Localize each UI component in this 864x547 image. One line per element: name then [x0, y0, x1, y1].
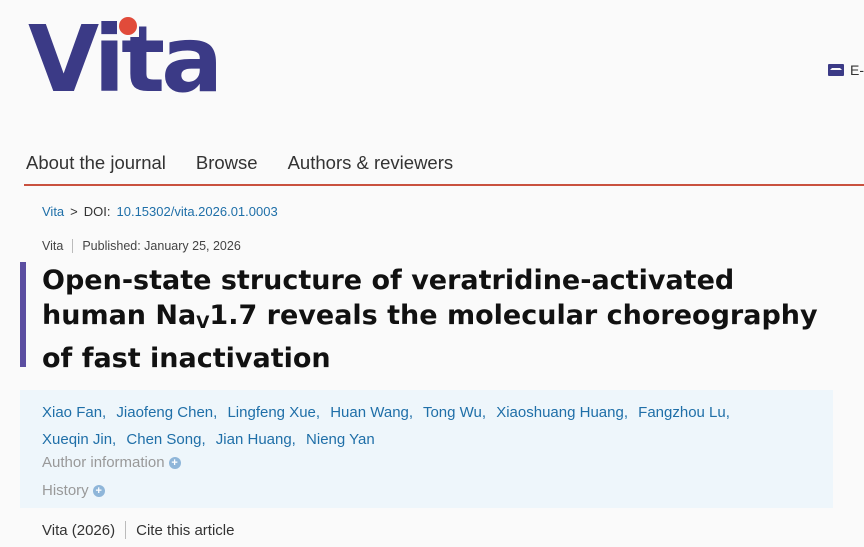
- email-link[interactable]: E-: [828, 62, 864, 78]
- history-toggle[interactable]: History +: [42, 482, 105, 499]
- author-list: Xiao Fan, Jiaofeng Chen, Lingfeng Xue, H…: [42, 399, 822, 453]
- main-nav: About the journal Browse Authors & revie…: [26, 152, 453, 174]
- author-link[interactable]: Fangzhou Lu,: [638, 404, 730, 421]
- breadcrumb-home[interactable]: Vita: [42, 204, 64, 219]
- title-accent-bar: [20, 262, 26, 367]
- author-link[interactable]: Jian Huang,: [216, 431, 296, 448]
- article-title: Open-state structure of veratridine-acti…: [42, 263, 842, 376]
- nav-authors-reviewers[interactable]: Authors & reviewers: [288, 152, 454, 174]
- doi-label: DOI:: [83, 204, 111, 219]
- nav-about[interactable]: About the journal: [26, 152, 166, 174]
- divider: [125, 521, 127, 539]
- email-label: E-: [850, 62, 864, 78]
- author-link[interactable]: Tong Wu,: [423, 404, 486, 421]
- breadcrumb: Vita > DOI: 10.15302/vita.2026.01.0003: [42, 204, 278, 219]
- author-link[interactable]: Lingfeng Xue,: [227, 404, 320, 421]
- plus-icon: +: [168, 456, 181, 469]
- citation-text: Vita (2026): [42, 521, 116, 539]
- author-information-label: Author information: [42, 454, 165, 471]
- journal-logo[interactable]: Vita: [28, 14, 223, 106]
- logo-dot: [119, 17, 137, 35]
- citation-bar: Vita (2026) Cite this article: [42, 521, 234, 539]
- nav-divider: [24, 184, 864, 186]
- plus-icon: +: [92, 484, 105, 497]
- author-link[interactable]: Chen Song,: [126, 431, 205, 448]
- history-label: History: [42, 482, 89, 499]
- author-link[interactable]: Jiaofeng Chen,: [116, 404, 217, 421]
- title-subscript: V: [196, 313, 210, 333]
- envelope-icon: [828, 64, 844, 76]
- journal-name: Vita: [42, 239, 64, 253]
- author-link[interactable]: Xiaoshuang Huang,: [496, 404, 628, 421]
- author-link[interactable]: Xueqin Jin,: [42, 431, 116, 448]
- author-link[interactable]: Nieng Yan: [306, 431, 375, 448]
- author-link[interactable]: Xiao Fan,: [42, 404, 106, 421]
- nav-browse[interactable]: Browse: [196, 152, 258, 174]
- published-date: Published: January 25, 2026: [82, 239, 241, 253]
- divider: [72, 239, 74, 253]
- breadcrumb-separator: >: [70, 204, 78, 219]
- doi-link[interactable]: 10.15302/vita.2026.01.0003: [117, 204, 278, 219]
- cite-article-link[interactable]: Cite this article: [136, 522, 234, 539]
- author-information-toggle[interactable]: Author information +: [42, 454, 181, 471]
- publication-info: Vita Published: January 25, 2026: [42, 239, 241, 253]
- author-link[interactable]: Huan Wang,: [330, 404, 413, 421]
